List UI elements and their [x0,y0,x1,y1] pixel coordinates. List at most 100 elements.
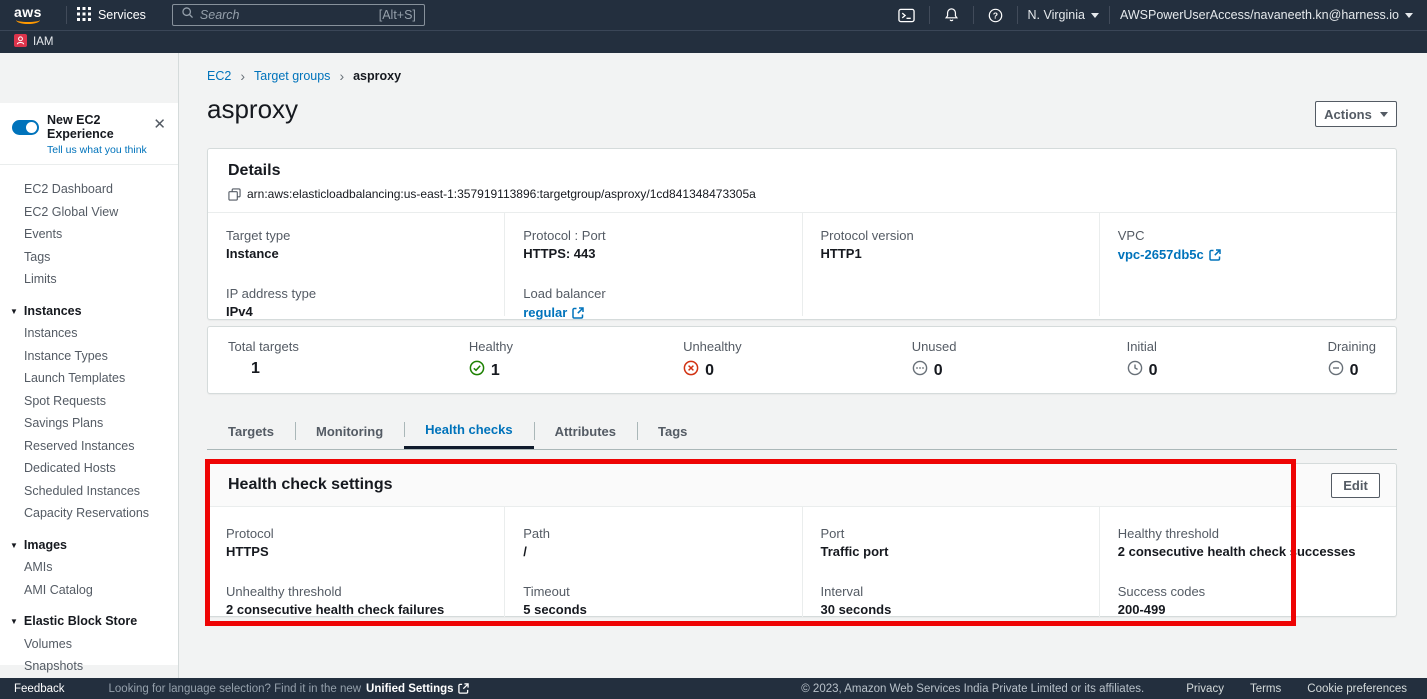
account-label: AWSPowerUserAccess/navaneeth.kn@harness.… [1120,8,1399,22]
sidebar-item-spot-requests[interactable]: Spot Requests [0,390,178,413]
sidebar-section-instances[interactable]: ▼Instances [0,300,178,323]
sidebar-item-snapshots[interactable]: Snapshots [0,655,178,678]
healthy-check-icon [469,360,485,381]
search-input[interactable] [200,8,373,22]
unused-count: 0 [934,362,943,380]
sidebar-item-reserved-instances[interactable]: Reserved Instances [0,435,178,458]
sidebar-item-instances[interactable]: Instances [0,322,178,345]
tell-us-link[interactable]: Tell us what you think [47,144,168,156]
chevron-down-icon [1405,13,1413,18]
services-label: Services [98,8,146,22]
details-title: Details [228,162,1376,180]
vpc-link[interactable]: vpc-2657db5c [1118,247,1221,262]
total-targets-count: 1 [251,360,260,378]
triangle-down-icon: ▼ [10,301,18,324]
hc-healthy-threshold-value: 2 consecutive health check successes [1118,544,1378,559]
sidebar-item-limits[interactable]: Limits [0,268,178,291]
stat-healthy: Healthy 1 [469,339,513,393]
draining-minus-icon [1328,360,1344,381]
terms-link[interactable]: Terms [1250,683,1281,695]
copy-icon[interactable] [228,188,241,201]
divider [929,6,930,24]
field-label: Healthy threshold [1118,526,1378,541]
hc-path-value: / [523,544,783,559]
top-nav-right: ? N. Virginia AWSPowerUserAccess/navanee… [894,6,1413,24]
target-group-arn: arn:aws:elasticloadbalancing:us-east-1:3… [247,187,756,201]
sidebar-item-volumes[interactable]: Volumes [0,633,178,656]
sidebar-item-launch-templates[interactable]: Launch Templates [0,367,178,390]
field-label: Load balancer [523,286,783,301]
tab-tags[interactable]: Tags [637,413,708,449]
notifications-bell-icon[interactable] [940,7,963,23]
sidebar-section-images[interactable]: ▼Images [0,534,178,557]
sidebar-item-ec2-global-view[interactable]: EC2 Global View [0,201,178,224]
field-label: Protocol : Port [523,228,783,243]
edit-button[interactable]: Edit [1331,473,1380,498]
sidebar-item-capacity-reservations[interactable]: Capacity Reservations [0,502,178,525]
favorites-bar: IAM [0,30,1427,53]
svg-text:?: ? [992,10,997,20]
chevron-down-icon [1091,13,1099,18]
healthy-count: 1 [491,362,500,380]
account-menu[interactable]: AWSPowerUserAccess/navaneeth.kn@harness.… [1120,8,1413,22]
sidebar-item-savings-plans[interactable]: Savings Plans [0,412,178,435]
external-link-icon [572,307,584,319]
feedback-link[interactable]: Feedback [14,683,65,695]
new-experience-toggle[interactable] [12,120,39,135]
favorite-iam-shortcut[interactable]: IAM [14,34,53,50]
sidebar-item-scheduled-instances[interactable]: Scheduled Instances [0,480,178,503]
sidebar-item-ec2-dashboard[interactable]: EC2 Dashboard [0,178,178,201]
health-check-settings-card: Health check settings Edit Protocol HTTP… [207,463,1397,617]
target-type-value: Instance [226,246,486,261]
field-label: Success codes [1118,584,1378,599]
help-icon[interactable]: ? [984,8,1007,23]
sidebar-item-tags[interactable]: Tags [0,246,178,269]
sidebar-item-instance-types[interactable]: Instance Types [0,345,178,368]
sidebar-item-dedicated-hosts[interactable]: Dedicated Hosts [0,457,178,480]
protocol-port-value: HTTPS: 443 [523,246,783,261]
divider [973,6,974,24]
cookie-preferences-link[interactable]: Cookie preferences [1307,683,1407,695]
sidebar-item-amis[interactable]: AMIs [0,556,178,579]
hc-unhealthy-threshold-value: 2 consecutive health check failures [226,602,486,617]
chevron-down-icon [1380,112,1388,117]
top-nav-bar: aws Services [Alt+S] [0,0,1427,30]
breadcrumb-ec2[interactable]: EC2 [207,69,231,83]
actions-button[interactable]: Actions [1315,101,1397,127]
search-icon [181,6,194,24]
sidebar-item-ami-catalog[interactable]: AMI Catalog [0,579,178,602]
global-search[interactable]: [Alt+S] [172,4,425,26]
sidebar-item-events[interactable]: Events [0,223,178,246]
hc-protocol-value: HTTPS [226,544,486,559]
triangle-down-icon: ▼ [10,535,18,558]
tab-health-checks[interactable]: Health checks [404,413,533,449]
new-experience-title: New EC2 Experience [47,113,168,141]
tab-attributes[interactable]: Attributes [534,413,637,449]
breadcrumb: EC2 › Target groups › asproxy [207,69,401,83]
chevron-right-icon: › [339,70,344,82]
tab-monitoring[interactable]: Monitoring [295,413,404,449]
region-selector[interactable]: N. Virginia [1028,8,1099,22]
unified-settings-link[interactable]: Unified Settings [366,683,469,695]
aws-smile-icon [16,16,40,24]
breadcrumb-current: asproxy [353,69,401,83]
services-menu-button[interactable]: Services [77,7,146,24]
hc-interval-value: 30 seconds [821,602,1081,617]
external-link-icon [1209,249,1221,261]
details-grid: Target type Instance IP address type IPv… [208,213,1396,316]
tab-targets[interactable]: Targets [207,413,295,449]
field-label: IP address type [226,286,486,301]
divider [1109,6,1110,24]
stat-initial: Initial 0 [1127,339,1158,393]
load-balancer-link[interactable]: regular [523,305,584,320]
privacy-link[interactable]: Privacy [1186,683,1224,695]
close-icon[interactable]: ✕ [153,117,166,132]
sidebar-section-elastic-block-store[interactable]: ▼Elastic Block Store [0,610,178,633]
unhealthy-x-icon [683,360,699,381]
target-status-summary: Total targets 1 Healthy 1 Unhealthy 0 Un… [207,326,1397,394]
cloudshell-icon[interactable] [894,7,919,24]
aws-logo[interactable]: aws [14,6,42,24]
breadcrumb-target-groups[interactable]: Target groups [254,69,330,83]
draining-count: 0 [1350,362,1359,380]
page-title: asproxy [207,94,298,125]
